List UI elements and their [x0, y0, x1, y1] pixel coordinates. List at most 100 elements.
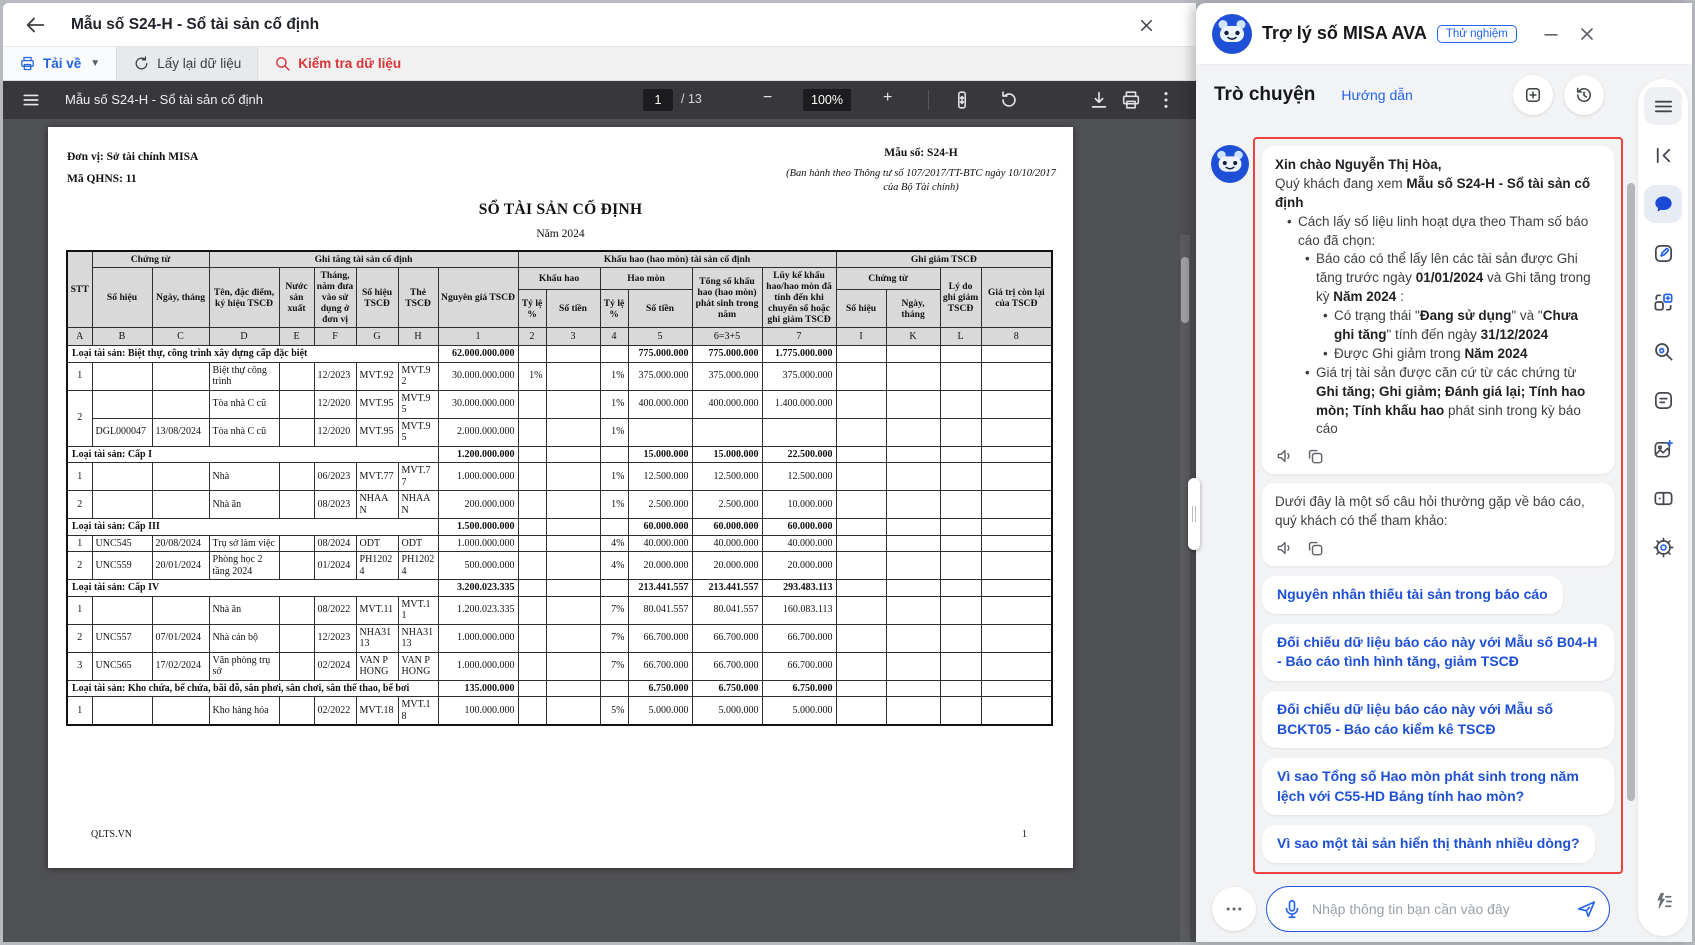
more-actions-button[interactable]	[1212, 887, 1256, 931]
rotate-icon[interactable]	[998, 89, 1020, 111]
table-cell: 1%	[518, 362, 546, 390]
table-cell	[940, 362, 981, 390]
tab-chat[interactable]: Trò chuyện	[1214, 84, 1315, 106]
rail-flashcard-icon[interactable]	[1644, 479, 1682, 517]
suggested-question-chip[interactable]: Vì sao Tổng số Hao mòn phát sinh trong n…	[1262, 758, 1614, 815]
table-cell	[518, 535, 546, 552]
fit-page-icon[interactable]	[951, 89, 973, 111]
suggested-question-chip[interactable]: Nguyên nhân thiếu tài sản trong báo cáo	[1262, 576, 1563, 614]
copy-icon[interactable]	[1305, 538, 1325, 558]
panel-resize-handle[interactable]	[1188, 478, 1200, 550]
group-total-cell	[886, 580, 940, 597]
rail-compose-icon[interactable]	[1644, 234, 1682, 272]
print-icon[interactable]	[1120, 89, 1142, 111]
back-icon[interactable]	[21, 11, 49, 39]
table-cell: Biệt thự công trình	[209, 362, 279, 390]
download-button[interactable]: Tải về ▼	[3, 47, 117, 80]
bot-message-avatar	[1211, 145, 1249, 183]
table-cell	[92, 390, 152, 418]
check-data-button[interactable]: Kiểm tra dữ liệu	[258, 47, 417, 80]
table-cell: 66.700.000	[692, 624, 762, 652]
th-ghigiam: Ghi giảm TSCĐ	[836, 251, 1052, 268]
pdf-scrollbar-thumb[interactable]	[1181, 257, 1189, 323]
doc-header-right: Mẫu số: S24-H (Ban hành theo Thông tư số…	[781, 147, 1061, 195]
close-assistant-icon[interactable]	[1577, 24, 1597, 44]
group-total-cell	[836, 446, 886, 463]
column-letter: G	[356, 328, 398, 346]
page-number-input[interactable]: 1	[643, 89, 673, 111]
table-cell: 10.000.000	[762, 491, 836, 519]
rail-quick-actions-icon[interactable]	[1644, 882, 1682, 920]
window-title: Mẫu số S24-H - Sổ tài sản cố định	[71, 16, 319, 34]
close-icon[interactable]	[1134, 13, 1158, 37]
rail-document-icon[interactable]	[1644, 381, 1682, 419]
th-sohieu: Số hiệu	[92, 268, 152, 328]
minimize-icon[interactable]	[1541, 24, 1561, 44]
message-tools	[1275, 538, 1601, 558]
send-icon[interactable]	[1575, 898, 1597, 920]
sidebar-toggle-icon[interactable]	[21, 90, 41, 110]
doc-issue-note: (Ban hành theo Thông tư số 107/2017/TT-B…	[781, 167, 1061, 195]
history-icon	[1574, 85, 1594, 105]
table-cell	[940, 390, 981, 418]
th-haomon: Hao mòn	[600, 268, 692, 290]
suggested-question-chip[interactable]: Đối chiếu dữ liệu báo cáo này với Mẫu số…	[1262, 624, 1614, 681]
rail-menu-icon[interactable]	[1644, 87, 1682, 125]
group-total-cell: 775.000.000	[692, 346, 762, 363]
microphone-icon[interactable]	[1281, 898, 1303, 920]
read-aloud-icon[interactable]	[1275, 538, 1295, 558]
table-cell: 1.200.023.335	[438, 596, 518, 624]
table-cell	[886, 596, 940, 624]
th-stt: STT	[67, 251, 92, 328]
zoom-level[interactable]: 100%	[803, 89, 851, 111]
download-icon[interactable]	[1088, 89, 1110, 111]
pdf-scrollbar-track[interactable]	[1180, 235, 1190, 942]
copy-icon[interactable]	[1305, 446, 1325, 466]
chevron-down-icon[interactable]: ▼	[90, 58, 100, 69]
suggested-question-chip[interactable]: Đối chiếu dữ liệu báo cáo này với Mẫu số…	[1262, 691, 1614, 748]
message-input-pill	[1266, 886, 1610, 932]
message-bullet: Được Ghi giảm trong Năm 2024	[1321, 345, 1601, 364]
pdf-toolbar: Mẫu số S24-H - Sổ tài sản cố định 1 / 13…	[3, 81, 1196, 119]
table-cell: MVT.18	[398, 697, 438, 726]
suggested-question-chip[interactable]: Vì sao hao mòn năm không bằng Nguyên giá…	[1262, 873, 1614, 874]
table-cell: UNC559	[92, 552, 152, 580]
more-options-icon[interactable]	[1155, 89, 1177, 111]
rail-settings-icon[interactable]	[1644, 528, 1682, 566]
rail-convert-icon[interactable]	[1644, 283, 1682, 321]
check-label: Kiểm tra dữ liệu	[298, 56, 401, 71]
column-letter: F	[314, 328, 356, 346]
read-aloud-icon[interactable]	[1275, 446, 1295, 466]
rail-chat-icon[interactable]	[1644, 185, 1682, 223]
table-cell	[981, 418, 1052, 446]
group-total-cell: 62.000.000.000	[438, 346, 518, 363]
table-cell: 02/2022	[314, 697, 356, 726]
table-cell	[940, 418, 981, 446]
asset-row: 1Nhà06/2023MVT.77MVT.771.000.000.0001%12…	[67, 463, 1052, 491]
table-cell: PH12024	[398, 552, 438, 580]
column-letter: I	[836, 328, 886, 346]
suggested-question-chip[interactable]: Vì sao một tài sản hiển thị thành nhiều …	[1262, 825, 1595, 863]
history-button[interactable]	[1564, 75, 1604, 115]
group-total-cell	[981, 580, 1052, 597]
guide-link[interactable]: Hướng dẫn	[1341, 87, 1412, 103]
group-total-cell: 213.441.557	[692, 580, 762, 597]
message-input[interactable]	[1312, 901, 1566, 917]
table-cell	[546, 535, 600, 552]
table-cell: 20.000.000	[692, 552, 762, 580]
rail-collapse-panel-icon[interactable]	[1644, 136, 1682, 174]
rail-search-text-icon[interactable]	[1644, 332, 1682, 370]
reload-data-button[interactable]: Lấy lại dữ liệu	[117, 47, 258, 80]
rail-add-image-icon[interactable]	[1644, 430, 1682, 468]
assistant-header: Trợ lý số MISA AVA Thử nghiệm	[1196, 3, 1692, 65]
pdf-doc-title: Mẫu số S24-H - Sổ tài sản cố định	[65, 92, 263, 107]
th-ngaythang: Ngày, tháng	[152, 268, 209, 328]
zoom-in-button[interactable]: +	[883, 89, 892, 107]
table-cell: MVT.77	[356, 463, 398, 491]
table-cell: 12/2023	[314, 624, 356, 652]
table-cell: 5.000.000	[762, 697, 836, 726]
zoom-out-button[interactable]: −	[763, 89, 772, 107]
new-chat-button[interactable]	[1513, 75, 1553, 115]
table-cell: 7%	[600, 624, 628, 652]
table-cell: NHAAN	[356, 491, 398, 519]
